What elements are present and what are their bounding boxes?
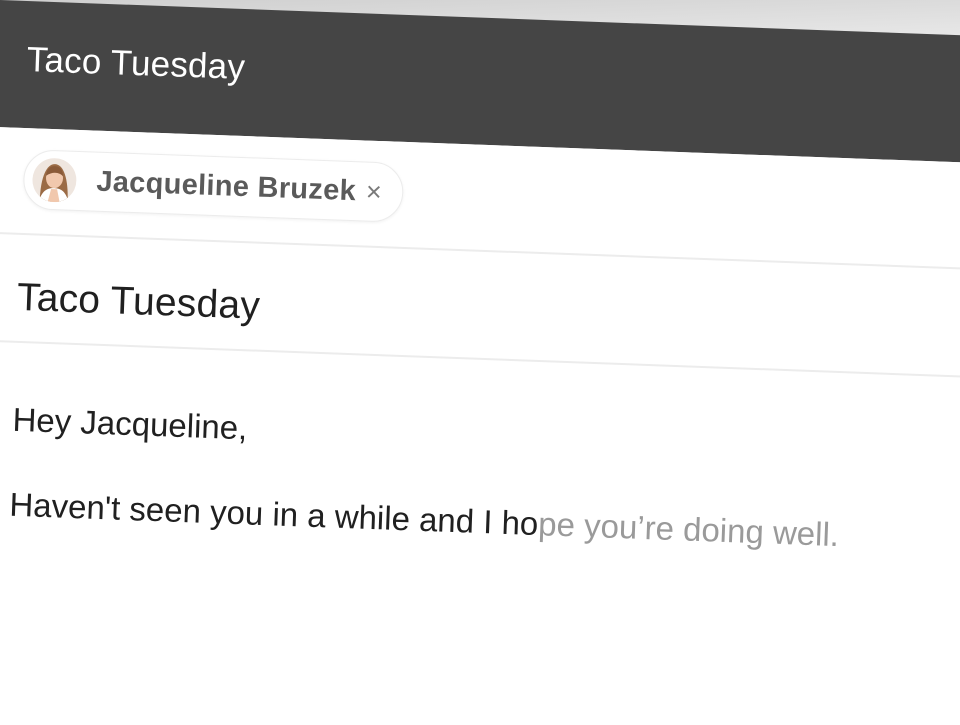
message-greeting: Hey Jacqueline, — [11, 400, 248, 447]
message-body-field[interactable]: Hey Jacqueline, Haven't seen you in a wh… — [7, 401, 953, 605]
typed-text: Haven't seen you in a while and I ho — [8, 485, 540, 543]
compose-screen: Taco Tuesday Jacqueline Bruzek × Taco Tu… — [0, 0, 960, 725]
smart-compose-suggestion[interactable]: pe you’re doing well. — [538, 505, 840, 553]
message-line: Haven't seen you in a while and I hope y… — [9, 486, 840, 554]
remove-recipient-icon[interactable]: × — [365, 176, 382, 207]
app-bar-title: Taco Tuesday — [26, 40, 246, 88]
person-avatar-icon — [31, 157, 78, 203]
recipient-name: Jacqueline Bruzek — [95, 165, 357, 207]
